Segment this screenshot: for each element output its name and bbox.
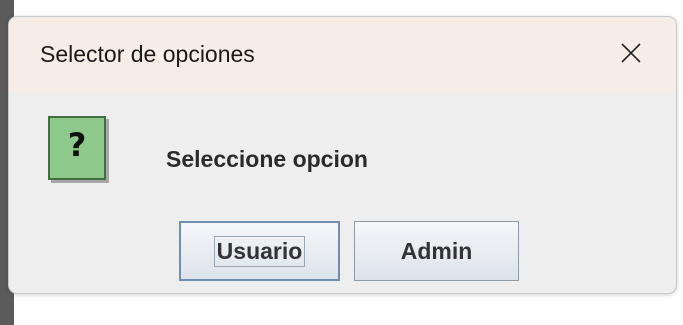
- admin-button[interactable]: Admin: [354, 221, 519, 281]
- admin-button-label: Admin: [400, 237, 473, 264]
- question-icon: ?: [48, 116, 106, 180]
- background-window-area: [14, 0, 683, 14]
- dialog-title: Selector de opciones: [40, 41, 255, 67]
- question-glyph: ?: [67, 126, 87, 164]
- usuario-button-label: Usuario: [213, 235, 306, 267]
- usuario-button[interactable]: Usuario: [179, 221, 340, 281]
- dialog-message: Seleccione opcion: [166, 146, 368, 172]
- option-selector-dialog: Selector de opciones ? Seleccione opcion…: [8, 16, 677, 294]
- dialog-titlebar[interactable]: Selector de opciones: [9, 17, 676, 92]
- close-icon: [621, 43, 641, 63]
- close-button[interactable]: [605, 29, 657, 77]
